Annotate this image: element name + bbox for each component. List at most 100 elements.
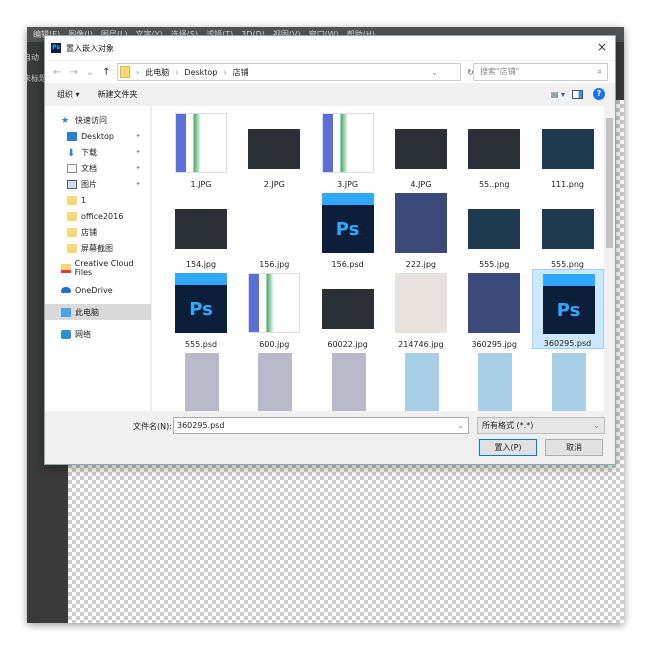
file-item[interactable]: 214746.jpg <box>385 269 457 349</box>
sidebar-item-folder[interactable]: 店铺 <box>45 224 151 240</box>
pin-icon[interactable]: ✦ <box>135 148 141 156</box>
sidebar-item-document[interactable]: 文档 ✦ <box>45 160 151 176</box>
file-item[interactable] <box>312 349 384 411</box>
toolbar-label: 自动 <box>23 53 39 62</box>
help-icon[interactable]: ? <box>593 88 605 100</box>
file-name: 4.JPG <box>410 180 432 189</box>
file-item[interactable] <box>238 349 310 411</box>
file-name: 555.png <box>550 260 585 269</box>
scrollbar-thumb[interactable] <box>606 118 613 248</box>
file-thumbnail <box>468 209 521 249</box>
file-item[interactable]: Ps 555.psd <box>165 269 237 349</box>
recent-chevron-icon[interactable]: ⌄ <box>86 67 94 78</box>
filename-input[interactable]: 360295.psd ⌄ <box>173 417 469 434</box>
sidebar-item-folder[interactable]: 1 <box>45 192 151 208</box>
breadcrumb-item[interactable]: 店铺 <box>233 67 249 78</box>
file-item[interactable] <box>458 349 530 411</box>
file-name: 3.JPG <box>337 180 359 189</box>
sidebar-item-label: office2016 <box>81 211 124 221</box>
sidebar-item-computer[interactable]: 此电脑 <box>45 304 151 320</box>
file-item[interactable]: 555.jpg <box>458 189 530 269</box>
file-item[interactable]: 1.JPG <box>165 109 237 189</box>
file-thumbnail <box>331 353 366 411</box>
breadcrumb-item[interactable]: 此电脑 <box>145 67 169 78</box>
scrollbar[interactable] <box>604 106 615 411</box>
file-thumbnail <box>468 273 521 333</box>
folder-icon <box>67 227 77 237</box>
file-item[interactable]: 222.jpg <box>385 189 457 269</box>
sidebar-item-cloud[interactable]: OneDrive <box>45 282 151 298</box>
sidebar-item-folder[interactable]: office2016 <box>45 208 151 224</box>
sidebar-item-download[interactable]: ⬇ 下载 ✦ <box>45 144 151 160</box>
file-item[interactable]: 4.JPG <box>385 109 457 189</box>
search-placeholder: 搜索"店铺" <box>480 67 520 76</box>
preview-pane-icon[interactable] <box>572 89 583 99</box>
network-icon <box>61 329 71 339</box>
file-item[interactable]: 600.jpg <box>238 269 310 349</box>
organize-button[interactable]: 组织 ▾ <box>57 89 80 100</box>
file-item[interactable]: 3.JPG <box>312 109 384 189</box>
file-item[interactable] <box>385 349 457 411</box>
sidebar-item-folder[interactable]: 屏幕截图 <box>45 240 151 256</box>
chevron-down-icon[interactable]: ⌄ <box>457 418 464 433</box>
file-item[interactable]: 154.jpg <box>165 189 237 269</box>
sidebar-item-pictures[interactable]: 图片 ✦ <box>45 176 151 192</box>
filetype-select[interactable]: 所有格式 (*.*) ⌄ <box>477 417 605 434</box>
command-bar: 组织 ▾ 新建文件夹 ▤ ▾ ? <box>45 84 615 104</box>
new-folder-button[interactable]: 新建文件夹 <box>98 89 138 100</box>
file-item[interactable]: 360295.jpg <box>458 269 530 349</box>
sidebar-item-star[interactable]: ★ 快速访问 <box>45 112 151 128</box>
path-input[interactable]: › 此电脑 › Desktop › 店铺 ⌄ ↻ <box>117 63 474 81</box>
file-thumbnail: Ps <box>542 274 595 334</box>
file-item[interactable]: Ps 360295.psd <box>531 269 604 349</box>
file-item[interactable]: 111.png <box>532 109 604 189</box>
pin-icon[interactable]: ✦ <box>135 132 141 140</box>
file-item[interactable]: 156.jpg <box>238 189 310 269</box>
file-item[interactable] <box>165 349 237 411</box>
file-item[interactable]: 55..png <box>458 109 530 189</box>
forward-icon[interactable]: → <box>69 67 77 78</box>
sidebar-item-label: 1 <box>81 195 87 205</box>
pictures-icon <box>67 179 77 189</box>
filename-value: 360295.psd <box>177 421 225 430</box>
file-thumbnail <box>175 113 227 173</box>
sidebar-item-label: 店铺 <box>81 227 97 237</box>
sidebar-item-label: 网络 <box>75 329 91 339</box>
up-icon[interactable]: ↑ <box>102 67 110 78</box>
cancel-button[interactable]: 取消 <box>545 439 603 456</box>
file-item[interactable] <box>532 349 604 411</box>
document-icon <box>67 163 77 173</box>
chevron-down-icon[interactable]: ⌄ <box>431 68 438 77</box>
pin-icon[interactable]: ✦ <box>135 180 141 188</box>
close-button[interactable]: × <box>597 40 607 54</box>
computer-icon <box>61 307 71 317</box>
view-options-icon[interactable]: ▤ ▾ <box>551 90 565 99</box>
sidebar-item-network[interactable]: 网络 <box>45 326 151 342</box>
file-name: 1.JPG <box>190 180 212 189</box>
file-name: 555.jpg <box>479 260 510 269</box>
search-icon: ⌕ <box>597 67 602 76</box>
file-thumbnail: Ps <box>321 193 374 253</box>
place-button[interactable]: 置入(P) <box>479 439 537 456</box>
sidebar-item-desktop[interactable]: Desktop ✦ <box>45 128 151 144</box>
breadcrumb-item[interactable]: Desktop <box>184 68 217 77</box>
file-thumbnail <box>185 353 219 411</box>
pin-icon[interactable]: ✦ <box>135 164 141 172</box>
sidebar-item-label: 下载 <box>81 147 97 157</box>
chevron-down-icon: ⌄ <box>593 421 600 430</box>
file-thumbnail <box>321 289 374 329</box>
back-icon[interactable]: ← <box>53 67 61 78</box>
file-thumbnail <box>541 129 594 169</box>
filetype-value: 所有格式 (*.*) <box>482 421 534 430</box>
search-input[interactable]: 搜索"店铺" ⌕ <box>473 63 608 81</box>
file-name: 214746.jpg <box>398 340 444 349</box>
file-thumbnail: Ps <box>175 273 227 333</box>
file-thumbnail <box>551 353 586 411</box>
dialog-footer: 文件名(N): 360295.psd ⌄ 所有格式 (*.*) ⌄ 置入(P) 取消 <box>45 414 615 466</box>
file-item[interactable]: Ps 156.psd <box>312 189 384 269</box>
file-item[interactable]: 60022.jpg <box>312 269 384 349</box>
file-item[interactable]: 2.JPG <box>238 109 310 189</box>
sidebar-item-creative-cloud[interactable]: Creative Cloud Files <box>45 259 151 277</box>
file-name: 156.psd <box>331 260 364 269</box>
file-item[interactable]: 555.png <box>532 189 604 269</box>
